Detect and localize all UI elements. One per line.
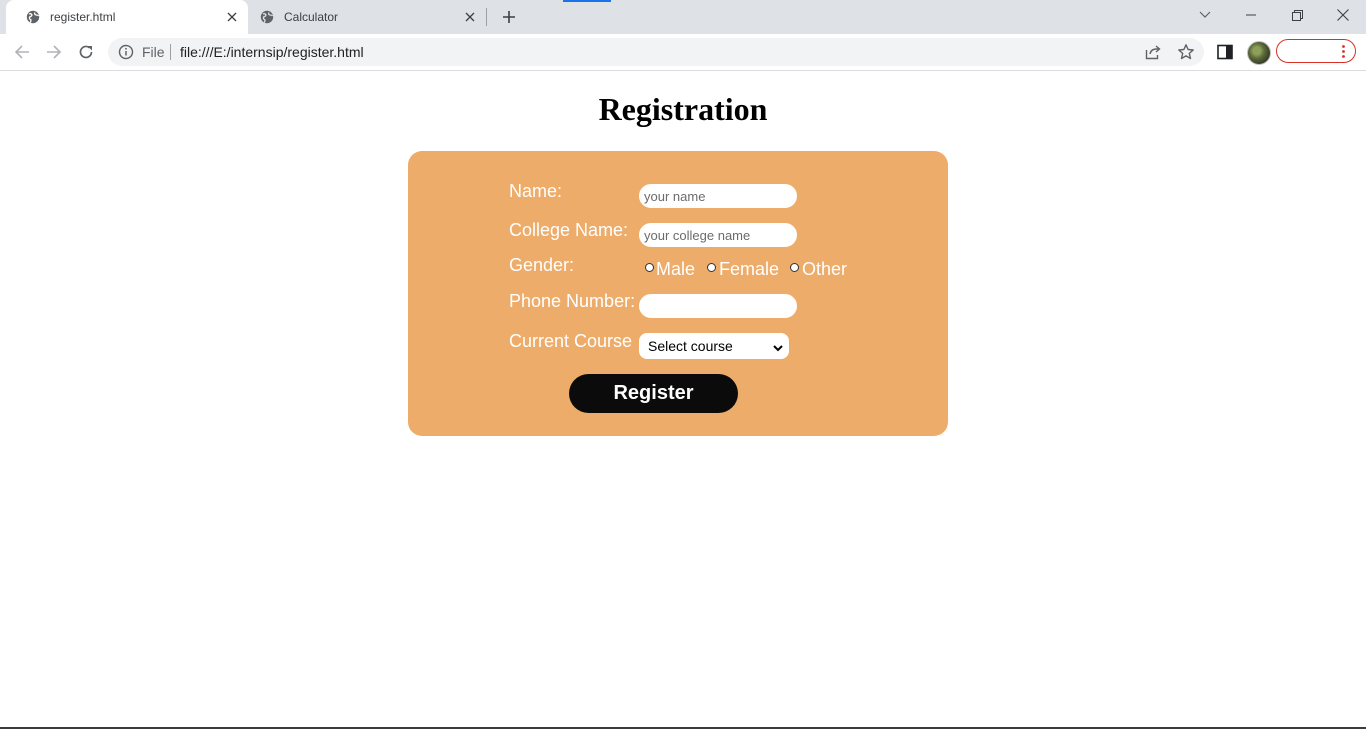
phone-label: Phone Number:	[509, 291, 636, 311]
scheme-label: File	[142, 44, 165, 60]
name-label: Name:	[509, 181, 563, 201]
close-icon[interactable]	[1320, 0, 1366, 30]
college-label: College Name:	[509, 220, 629, 240]
address-bar[interactable]: File file:///E:/internsip/register.html	[108, 38, 1204, 66]
tab-register[interactable]: register.html	[6, 0, 248, 34]
reload-icon[interactable]	[72, 38, 100, 66]
gender-female-label[interactable]: Female	[719, 259, 779, 280]
phone-input[interactable]	[639, 294, 797, 318]
minimize-icon[interactable]	[1228, 0, 1274, 30]
forward-icon[interactable]	[40, 38, 68, 66]
close-icon[interactable]	[222, 7, 242, 27]
tab-strip: register.html Calculator	[0, 0, 1366, 34]
gender-other-label[interactable]: Other	[802, 259, 847, 280]
gender-female-radio[interactable]	[707, 263, 716, 272]
plus-icon[interactable]	[498, 6, 520, 28]
url-text[interactable]: file:///E:/internsip/register.html	[180, 44, 364, 60]
tab-calculator[interactable]: Calculator	[240, 0, 486, 34]
gender-male-radio[interactable]	[645, 263, 654, 272]
page-title: Registration	[598, 91, 768, 127]
course-select[interactable]: Select course	[639, 333, 789, 359]
name-input[interactable]	[639, 184, 797, 208]
back-icon[interactable]	[8, 38, 36, 66]
college-input[interactable]	[639, 223, 797, 247]
registration-form: Name: College Name: Gender: Male Female …	[408, 151, 948, 436]
course-select-value: Select course	[648, 338, 733, 354]
avatar[interactable]	[1247, 41, 1271, 65]
kebab-menu-icon[interactable]	[1342, 45, 1345, 58]
globe-icon	[260, 10, 274, 24]
update-button[interactable]: Update	[1276, 39, 1356, 63]
gender-other-radio[interactable]	[790, 263, 799, 272]
restore-icon[interactable]	[1274, 0, 1320, 30]
tab-indicator	[563, 0, 611, 2]
close-icon[interactable]	[460, 7, 480, 27]
chevron-down-icon	[772, 341, 784, 353]
tab-title: register.html	[50, 10, 116, 24]
browser-toolbar: File file:///E:/internsip/register.html …	[0, 34, 1366, 71]
gender-male-label[interactable]: Male	[656, 259, 695, 280]
star-icon[interactable]	[1177, 43, 1195, 61]
register-button[interactable]: Register	[569, 374, 738, 413]
gender-label: Gender:	[509, 255, 575, 275]
side-panel-icon[interactable]	[1216, 43, 1234, 61]
share-icon[interactable]	[1144, 43, 1162, 61]
update-label: Update	[1289, 40, 1348, 61]
course-label: Current Course	[509, 331, 633, 351]
tab-separator	[486, 8, 487, 26]
omnibox-separator	[170, 44, 171, 60]
globe-icon	[26, 10, 40, 24]
tab-title: Calculator	[284, 10, 339, 24]
chevron-down-icon[interactable]	[1192, 0, 1218, 30]
info-icon[interactable]	[118, 44, 134, 60]
